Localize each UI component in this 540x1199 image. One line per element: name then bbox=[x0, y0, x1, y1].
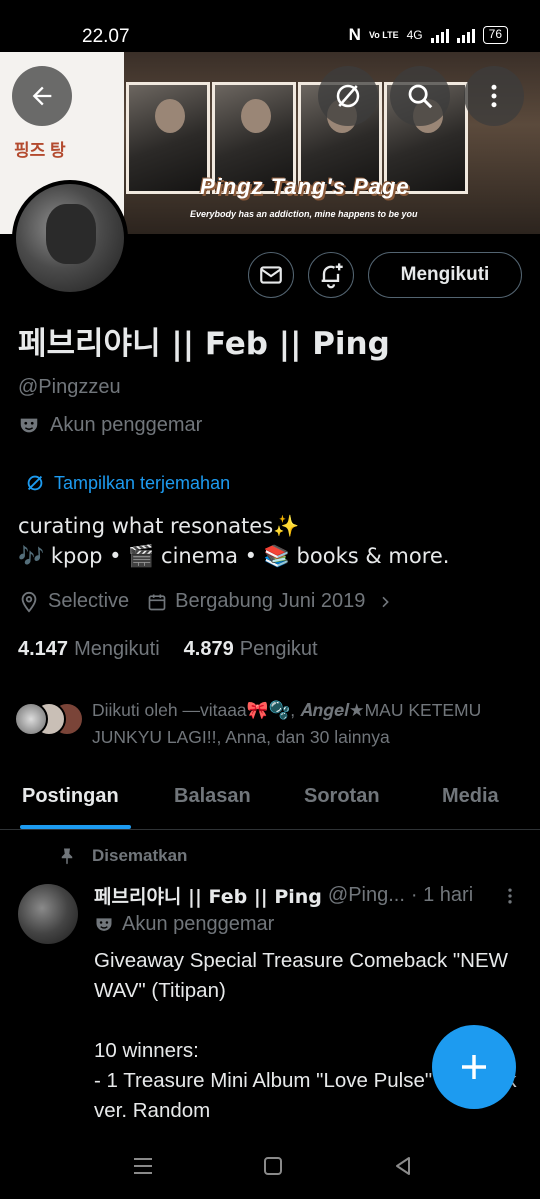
network-type: 4G bbox=[406, 28, 423, 42]
post-time: · 1 hari bbox=[410, 884, 474, 906]
followed-by-text[interactable]: Diikuti oleh —vitaaa🎀🫧, 𝑨𝒏𝒈𝒆𝒍★MAU KETEMU… bbox=[92, 697, 522, 751]
fan-account-label: Akun penggemar bbox=[18, 414, 202, 437]
following-button[interactable]: Mengikuti bbox=[368, 252, 522, 298]
bell-plus-icon bbox=[321, 263, 343, 289]
post-author-handle[interactable]: @Ping... bbox=[328, 884, 405, 907]
pinned-text: Disematkan bbox=[92, 846, 188, 865]
more-options-button[interactable] bbox=[464, 66, 524, 126]
triangle-back-icon bbox=[396, 1157, 410, 1175]
bio-line-2: 🎶 kpop • 🎬 cinema • 📚 books & more. bbox=[18, 544, 450, 568]
back-button[interactable] bbox=[12, 66, 72, 126]
joined-text: Bergabung Juni 2019 bbox=[175, 590, 366, 612]
active-tab-indicator bbox=[20, 825, 131, 829]
status-bar: 22.07 N Vo LTE 4G 76 bbox=[0, 0, 540, 52]
post-fan-label: Akun penggemar bbox=[94, 913, 274, 936]
menu-lines-icon bbox=[134, 1158, 152, 1174]
post-author-name[interactable]: 페브리야니 || Feb || Ping bbox=[94, 882, 322, 909]
following-label[interactable]: Mengikuti bbox=[74, 638, 160, 661]
followers-count[interactable]: 4.879 bbox=[184, 638, 234, 661]
follow-counts: 4.147 Mengikuti 4.879 Pengikut bbox=[18, 638, 342, 661]
tab-posts[interactable]: Postingan bbox=[22, 785, 119, 808]
user-handle: @Pingzzeu bbox=[18, 376, 121, 398]
vertical-dots-icon bbox=[491, 84, 497, 108]
square-icon bbox=[264, 1157, 282, 1175]
theater-masks-icon bbox=[20, 418, 38, 432]
nfc-icon: N bbox=[348, 25, 361, 44]
tab-replies[interactable]: Balasan bbox=[174, 785, 251, 808]
tab-media[interactable]: Media bbox=[442, 785, 499, 808]
system-nav-bar bbox=[0, 1131, 540, 1199]
chevron-right-icon[interactable] bbox=[377, 594, 393, 610]
banner-title: Pingz Tang's Page bbox=[200, 174, 410, 199]
notifications-button[interactable] bbox=[308, 252, 354, 298]
show-translation-link[interactable]: Tampilkan terjemahan bbox=[24, 472, 230, 494]
profile-avatar[interactable] bbox=[12, 180, 128, 296]
signal-icon-2 bbox=[456, 27, 475, 43]
followed-by-avatars[interactable] bbox=[14, 702, 84, 738]
message-button[interactable] bbox=[248, 252, 294, 298]
signal-icon bbox=[430, 27, 449, 43]
banner-left-text: 핑즈 탕 bbox=[14, 141, 66, 160]
pinned-label: Disematkan bbox=[58, 846, 187, 866]
post-more-button[interactable] bbox=[498, 884, 522, 908]
theater-masks-icon bbox=[96, 917, 112, 931]
search-icon bbox=[408, 84, 433, 109]
profile-tabs: Postingan Balasan Sorotan Media bbox=[0, 772, 540, 830]
battery-indicator: 76 bbox=[482, 26, 508, 44]
envelope-icon bbox=[260, 266, 282, 284]
calendar-icon bbox=[148, 594, 166, 610]
status-icons: N Vo LTE 4G 76 bbox=[349, 25, 508, 45]
profile-meta: Selective Bergabung Juni 2019 bbox=[18, 590, 393, 613]
post-fan-text: Akun penggemar bbox=[122, 913, 275, 935]
post-author-avatar[interactable] bbox=[18, 884, 78, 944]
display-name: 페브리야니 || Feb || Ping bbox=[18, 326, 390, 362]
home-button[interactable] bbox=[258, 1151, 288, 1181]
compose-button[interactable] bbox=[432, 1025, 516, 1109]
back-nav-button[interactable] bbox=[388, 1151, 418, 1181]
pin-icon bbox=[61, 848, 73, 865]
arrow-left-icon bbox=[32, 86, 52, 106]
plus-icon bbox=[462, 1055, 486, 1079]
search-button[interactable] bbox=[390, 66, 450, 126]
banner-photo bbox=[126, 82, 210, 194]
location-text: Selective bbox=[48, 590, 130, 612]
post-header: 페브리야니 || Feb || Ping @Ping... · 1 hari bbox=[94, 882, 514, 909]
vertical-dots-icon bbox=[508, 888, 512, 904]
following-count[interactable]: 4.147 bbox=[18, 638, 68, 661]
banner-subtitle: Everybody has an addiction, mine happens… bbox=[190, 209, 418, 219]
bio-line-1: curating what resonates✨ bbox=[18, 514, 300, 538]
recents-button[interactable] bbox=[128, 1151, 158, 1181]
translate-button[interactable] bbox=[318, 66, 378, 126]
location-pin-icon bbox=[21, 591, 37, 613]
avatar bbox=[14, 702, 48, 736]
volte-indicator: Vo LTE bbox=[368, 29, 399, 40]
slashed-globe-icon bbox=[336, 84, 360, 108]
status-time: 22.07 bbox=[82, 26, 130, 47]
followers-label[interactable]: Pengikut bbox=[240, 638, 318, 661]
tab-highlights[interactable]: Sorotan bbox=[304, 785, 380, 808]
slashed-globe-icon bbox=[27, 475, 43, 491]
show-translation-text[interactable]: Tampilkan terjemahan bbox=[54, 473, 230, 494]
fan-account-text: Akun penggemar bbox=[50, 414, 203, 436]
